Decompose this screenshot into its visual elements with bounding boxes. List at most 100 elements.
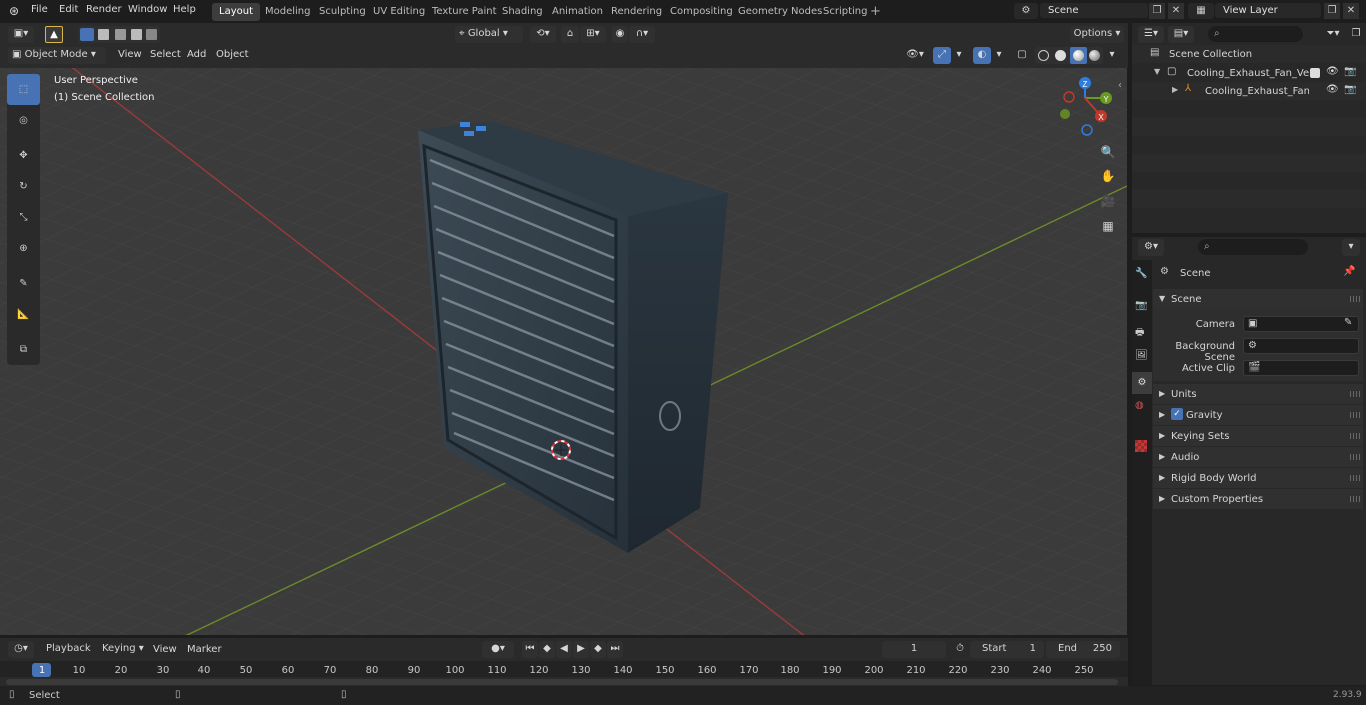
scale-tool-icon[interactable]: ⤡: [7, 202, 40, 233]
jump-start-icon[interactable]: ⏮: [522, 641, 538, 658]
jump-next-keyframe-icon[interactable]: ◆: [590, 641, 606, 658]
start-frame-field[interactable]: Start 1: [970, 641, 1044, 658]
pin-icon[interactable]: 📌: [1343, 266, 1355, 277]
units-panel-header[interactable]: ▶ Units: [1153, 384, 1363, 404]
drag-handle-icon[interactable]: [1350, 412, 1360, 418]
camera-field[interactable]: ▣ ✎: [1243, 316, 1359, 332]
snap-toggle-icon[interactable]: ⌂: [561, 26, 579, 43]
custom-properties-panel-header[interactable]: ▶ Custom Properties: [1153, 489, 1363, 509]
eyedropper-icon[interactable]: ✎: [1344, 317, 1352, 328]
shading-dropdown-icon[interactable]: ▾: [1105, 47, 1119, 64]
tab-texture-paint[interactable]: Texture Paint: [425, 3, 504, 21]
expand-arrow-icon[interactable]: ▶: [1172, 85, 1178, 94]
cursor-select-icon[interactable]: ▲: [45, 26, 63, 43]
view-layer-field[interactable]: View Layer: [1215, 3, 1321, 18]
wireframe-shading-icon[interactable]: [1038, 50, 1049, 61]
menu-object[interactable]: Object: [216, 49, 249, 60]
play-icon[interactable]: ▶: [573, 641, 589, 658]
scene-name-field[interactable]: Scene: [1040, 3, 1148, 18]
collection-checkbox-icon[interactable]: [1310, 68, 1320, 78]
overlay-toggle-icon[interactable]: ◐: [973, 47, 991, 64]
gizmo-dropdown-icon[interactable]: ▾: [952, 47, 966, 64]
new-scene-icon[interactable]: ❐: [1149, 3, 1165, 19]
options-dropdown[interactable]: Options ▾: [1070, 26, 1124, 43]
properties-options-icon[interactable]: ▾: [1342, 239, 1360, 256]
material-shading-active[interactable]: [1070, 47, 1087, 64]
current-frame-field[interactable]: 1: [882, 641, 946, 658]
add-workspace-icon[interactable]: +: [870, 4, 881, 19]
tab-shading[interactable]: Shading: [495, 3, 550, 21]
select-box-tool-icon[interactable]: ⬚: [7, 74, 40, 105]
stopwatch-icon[interactable]: ⏱: [952, 641, 968, 658]
tab-compositing[interactable]: Compositing: [663, 3, 740, 21]
menu-render[interactable]: Render: [86, 4, 122, 15]
move-tool-icon[interactable]: ✥: [7, 140, 40, 171]
active-clip-field[interactable]: 🎬: [1243, 360, 1359, 376]
keying-menu[interactable]: Keying ▾: [98, 641, 144, 658]
outliner-editor-type-icon[interactable]: ☰▾: [1138, 26, 1164, 43]
world-tab-icon[interactable]: ◍: [1135, 400, 1144, 411]
playback-menu[interactable]: Playback ▾: [42, 641, 95, 670]
proportional-falloff-icon[interactable]: ∩▾: [629, 26, 655, 43]
eye-icon[interactable]: 👁: [1326, 66, 1339, 77]
mode-dropdown[interactable]: ▣ Object Mode ▾: [8, 47, 106, 64]
drag-handle-icon[interactable]: [1350, 296, 1360, 302]
background-scene-field[interactable]: ⚙: [1243, 338, 1359, 354]
gravity-checkbox[interactable]: ✓: [1171, 408, 1183, 420]
keying-sets-panel-header[interactable]: ▶ Keying Sets: [1153, 426, 1363, 446]
timeline-editor-type-icon[interactable]: ◷▾: [8, 641, 34, 658]
menu-select[interactable]: Select: [150, 49, 181, 60]
properties-editor-type-icon[interactable]: ⚙▾: [1138, 239, 1164, 256]
rotate-tool-icon[interactable]: ↻: [7, 171, 40, 202]
outliner-row-collection[interactable]: ▼ ▢ Cooling_Exhaust_Fan_Vent_C 👁 📷: [1132, 64, 1366, 82]
drag-handle-icon[interactable]: [1350, 475, 1360, 481]
view-layer-icon[interactable]: ▦: [1188, 3, 1214, 19]
pan-hand-icon[interactable]: ✋: [1097, 165, 1119, 187]
tab-sculpting[interactable]: Sculpting: [312, 3, 373, 21]
drag-handle-icon[interactable]: [1350, 391, 1360, 397]
tool-tab-icon[interactable]: 🔧: [1135, 268, 1147, 279]
outliner-row-scene-collection[interactable]: ▤ Scene Collection: [1132, 45, 1366, 63]
pivot-point-icon[interactable]: ⟲▾: [530, 26, 556, 43]
properties-search-input[interactable]: ⌕: [1198, 239, 1308, 255]
expand-arrow-icon[interactable]: ▼: [1154, 67, 1160, 76]
drag-handle-icon[interactable]: [1350, 433, 1360, 439]
tab-rendering[interactable]: Rendering: [604, 3, 669, 21]
snap-target-icon[interactable]: ⊞▾: [580, 26, 606, 43]
rigid-body-world-panel-header[interactable]: ▶ Rigid Body World: [1153, 468, 1363, 488]
overlay-dropdown-icon[interactable]: ▾: [992, 47, 1006, 64]
menu-view[interactable]: View: [118, 49, 142, 60]
proportional-edit-icon[interactable]: ◉: [612, 26, 628, 43]
new-view-layer-icon[interactable]: ❐: [1324, 3, 1340, 19]
gizmo-neg-y-axis[interactable]: [1060, 109, 1070, 119]
outliner-search-input[interactable]: ⌕: [1208, 26, 1303, 42]
select-intersect-icon[interactable]: [146, 29, 157, 40]
end-frame-field[interactable]: End 250: [1046, 641, 1120, 658]
delete-view-layer-icon[interactable]: ✕: [1343, 3, 1359, 19]
scene-panel-header[interactable]: ▼ Scene: [1153, 289, 1363, 309]
measure-tool-icon[interactable]: 📐: [7, 299, 40, 330]
drag-handle-icon[interactable]: [1350, 496, 1360, 502]
editor-type-icon[interactable]: ▣▾: [8, 26, 34, 43]
drag-handle-icon[interactable]: [1350, 454, 1360, 460]
visibility-icon[interactable]: 👁▾: [902, 47, 928, 64]
transform-orientation-dropdown[interactable]: ⌖ Global ▾: [455, 26, 523, 43]
gizmo-toggle-icon[interactable]: ⤢: [933, 47, 951, 64]
display-mode-icon[interactable]: ▤▾: [1168, 26, 1194, 43]
timeline-view-menu[interactable]: View: [153, 644, 177, 655]
camera-view-icon[interactable]: 🎥: [1097, 190, 1119, 212]
rendered-shading-icon[interactable]: [1089, 50, 1100, 61]
select-new-icon[interactable]: [80, 28, 94, 41]
tab-animation[interactable]: Animation: [545, 3, 610, 21]
zoom-icon[interactable]: 🔍: [1097, 141, 1119, 163]
camera-icon[interactable]: 📷: [1344, 84, 1356, 95]
scene-selector-icon[interactable]: ⚙: [1014, 3, 1038, 19]
sidebar-toggle-icon[interactable]: ‹: [1118, 80, 1122, 91]
delete-scene-icon[interactable]: ✕: [1168, 3, 1184, 19]
tab-uv-editing[interactable]: UV Editing: [366, 3, 432, 21]
select-invert-icon[interactable]: [131, 29, 142, 40]
tab-geometry-nodes[interactable]: Geometry Nodes: [731, 3, 829, 21]
new-collection-icon[interactable]: ❐: [1349, 26, 1363, 43]
render-tab-icon[interactable]: 📷: [1135, 300, 1147, 311]
menu-add[interactable]: Add: [187, 49, 206, 60]
